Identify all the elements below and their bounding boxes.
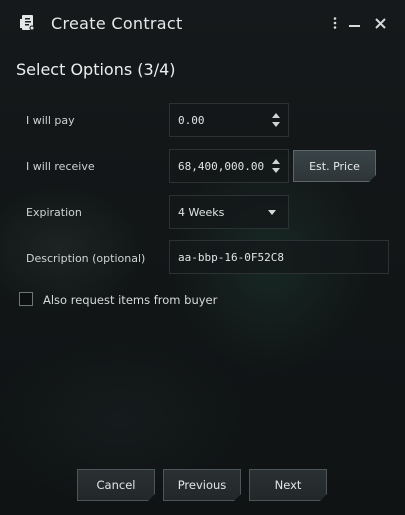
description-label: Description (optional)	[26, 252, 146, 265]
expiration-select[interactable]: 4 Weeks	[169, 195, 289, 229]
request-items-label[interactable]: Also request items from buyer	[43, 293, 217, 307]
description-value: aa-bbp-16-0F52C8	[178, 250, 284, 264]
kebab-menu-icon[interactable]	[327, 14, 343, 32]
spinner-arrows-icon[interactable]	[272, 113, 280, 127]
cancel-button[interactable]: Cancel	[77, 469, 155, 501]
previous-button[interactable]: Previous	[163, 469, 241, 501]
create-contract-window: Create Contract Select Options (3/4) I w…	[0, 0, 405, 515]
pay-label: I will pay	[26, 114, 75, 127]
next-button[interactable]: Next	[249, 469, 327, 501]
request-items-checkbox[interactable]	[19, 292, 33, 306]
pay-input[interactable]: 0.00	[169, 103, 289, 137]
description-input[interactable]: aa-bbp-16-0F52C8	[169, 240, 389, 274]
pay-value: 0.00	[178, 113, 205, 127]
receive-input[interactable]: 68,400,000.00	[169, 149, 289, 183]
contract-icon	[19, 14, 37, 32]
expiration-label: Expiration	[26, 206, 82, 219]
title-bar[interactable]: Create Contract	[0, 0, 405, 46]
receive-label: I will receive	[26, 160, 95, 173]
close-icon[interactable]	[372, 14, 388, 32]
receive-value: 68,400,000.00	[178, 159, 265, 173]
minimize-icon[interactable]	[346, 14, 362, 32]
window-title: Create Contract	[51, 14, 183, 33]
chevron-down-icon	[268, 210, 276, 215]
step-title: Select Options (3/4)	[16, 60, 176, 79]
est-price-button[interactable]: Est. Price	[293, 150, 376, 182]
spinner-arrows-icon[interactable]	[272, 159, 280, 173]
expiration-value: 4 Weeks	[178, 205, 225, 219]
